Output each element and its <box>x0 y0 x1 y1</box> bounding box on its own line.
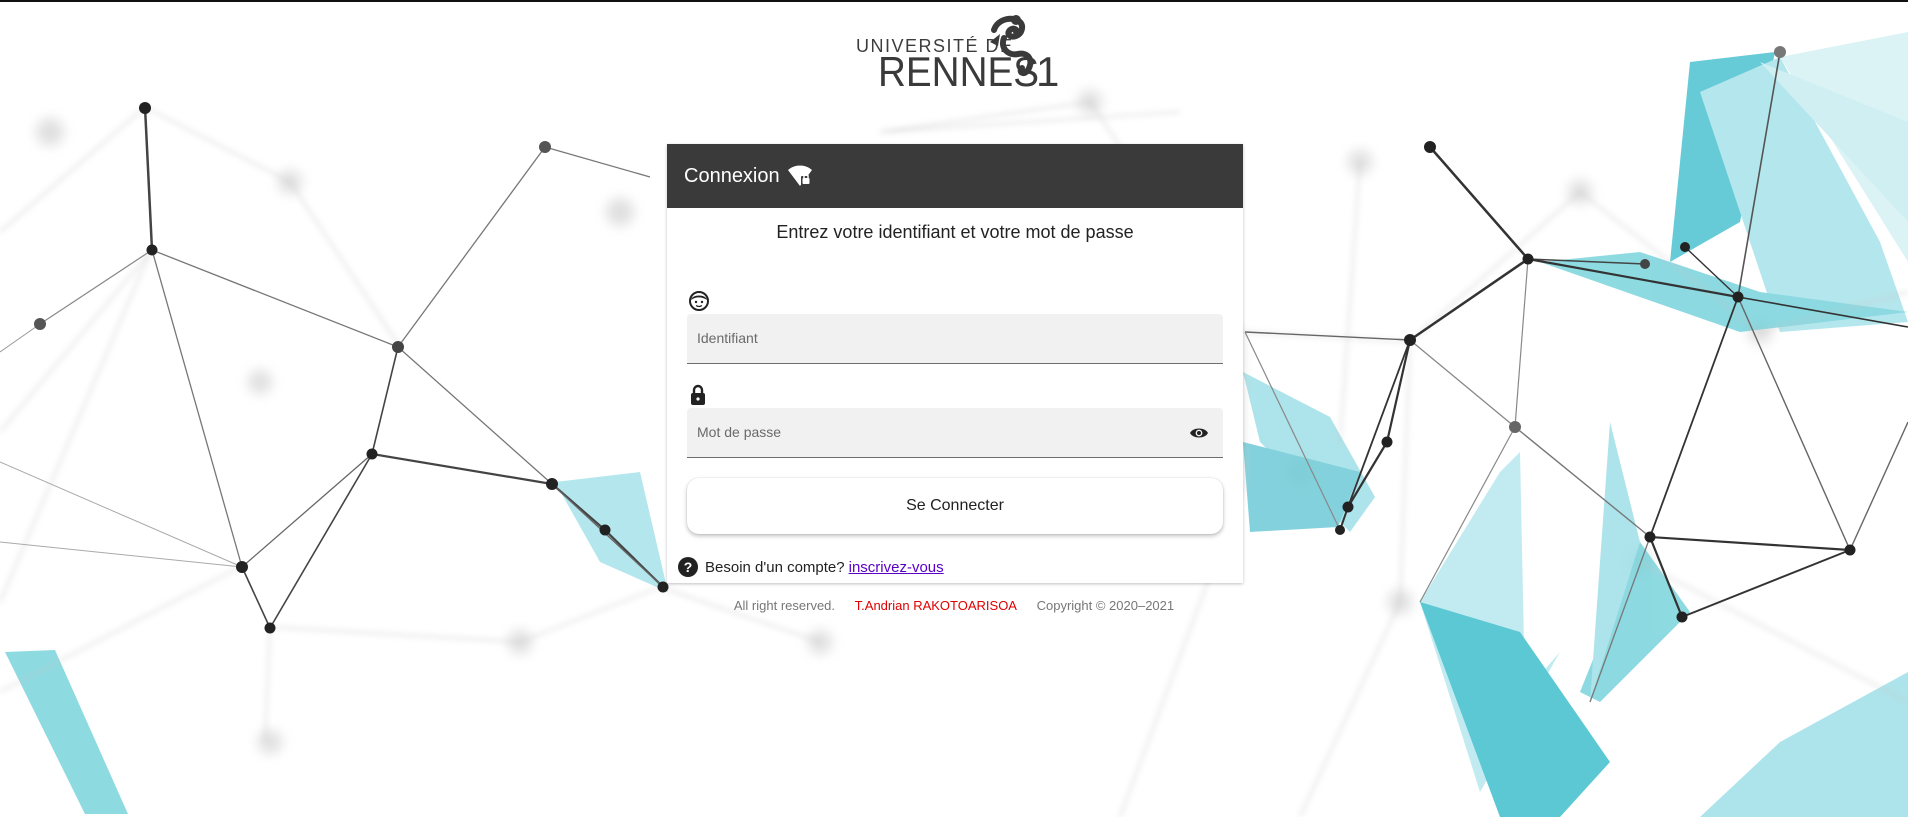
password-input[interactable] <box>687 408 1187 456</box>
signup-link[interactable]: inscrivez-vous <box>849 559 944 576</box>
login-button[interactable]: Se Connecter <box>687 478 1223 534</box>
card-title: Connexion <box>684 164 780 187</box>
login-card: Connexion Entrez votre identifiant et vo… <box>667 144 1243 583</box>
signup-prompt: ? Besoin d'un compte? inscrivez-vous <box>677 556 944 578</box>
svg-text:?: ? <box>684 559 693 575</box>
card-header: Connexion <box>667 144 1243 208</box>
university-logo: UNIVERSITÉ DE RENNES 1 <box>850 12 1060 95</box>
help-icon: ? <box>677 556 699 578</box>
footer-copyright: Copyright © 2020–2021 <box>1036 598 1175 613</box>
footer-author: T.Andrian RAKOTOARISOA <box>854 598 1017 613</box>
lock-icon <box>688 384 708 411</box>
username-input[interactable] <box>687 314 1187 362</box>
login-instructions: Entrez votre identifiant et votre mot de… <box>776 222 1134 242</box>
wifi-lock-icon <box>786 164 814 188</box>
eye-icon[interactable] <box>1189 426 1209 445</box>
user-face-icon <box>688 290 710 317</box>
salamander-icon <box>990 15 1034 77</box>
footer: All right reserved. T.Andrian RAKOTOARIS… <box>0 598 1908 613</box>
signup-prompt-text: Besoin d'un compte? <box>705 558 845 576</box>
username-field[interactable] <box>687 314 1223 364</box>
footer-rights: All right reserved. <box>733 598 836 613</box>
password-field[interactable] <box>687 408 1223 458</box>
